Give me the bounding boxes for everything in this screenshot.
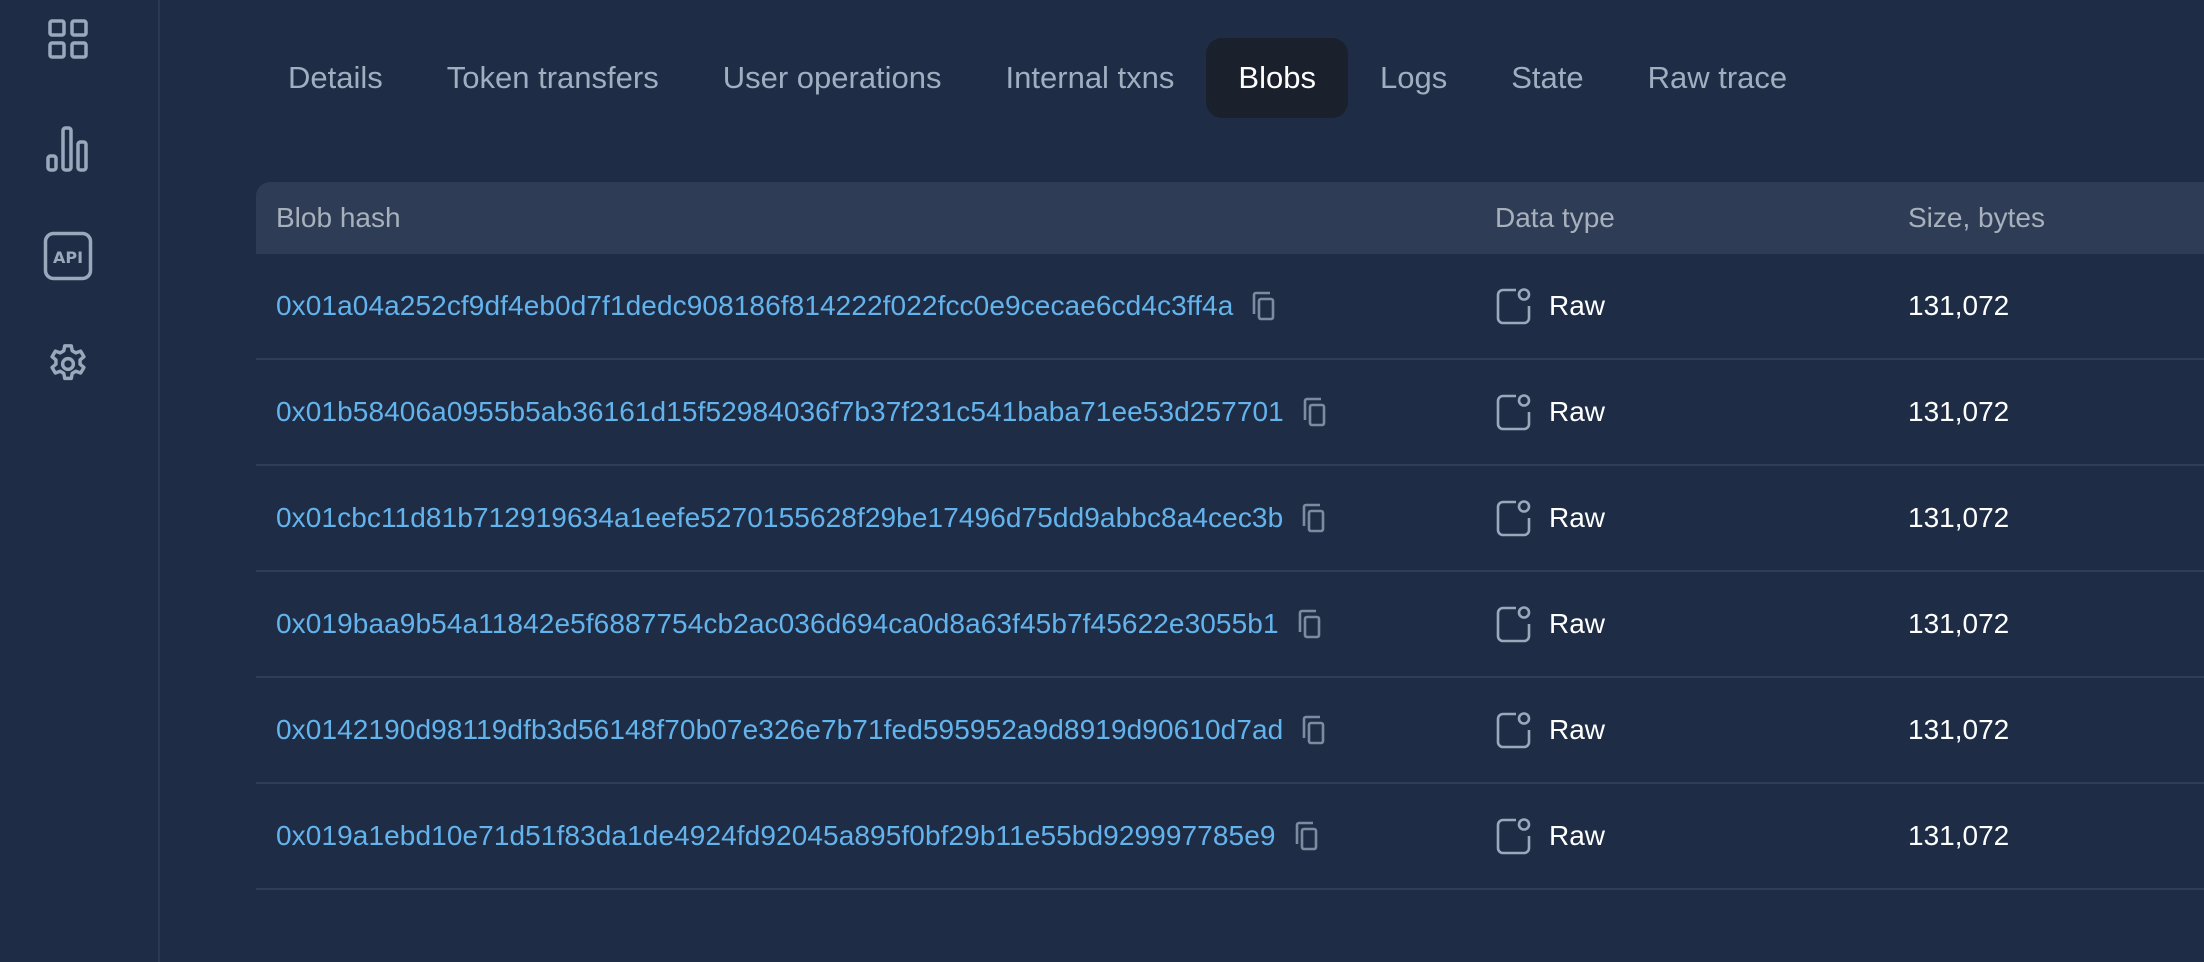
blobs-table: Blob hash Data type Size, bytes 0x01a04a…	[256, 182, 2204, 890]
data-type-label: Raw	[1549, 714, 1606, 745]
blob-hash-link[interactable]: 0x019baa9b54a11842e5f6887754cb2ac036d694…	[276, 608, 1279, 640]
dashboard-grid-icon	[48, 19, 88, 59]
blob-hash-link[interactable]: 0x01a04a252cf9df4eb0d7f1dedc908186f81422…	[276, 290, 1233, 322]
sidebar-item-settings[interactable]	[40, 336, 96, 392]
blob-hash-link[interactable]: 0x01b58406a0955b5ab36161d15f52984036f7b3…	[276, 396, 1284, 428]
tab-logs[interactable]: Logs	[1348, 38, 1479, 118]
blob-hash-link[interactable]: 0x0142190d98119dfb3d56148f70b07e326e7b71…	[276, 714, 1283, 746]
tab-blobs[interactable]: Blobs	[1206, 38, 1348, 118]
tab-user-operations[interactable]: User operations	[691, 38, 974, 118]
data-type-label: Raw	[1549, 396, 1606, 427]
gear-icon	[50, 344, 86, 381]
data-type-cell: Raw	[1495, 816, 1908, 856]
header-blob-hash: Blob hash	[276, 202, 401, 233]
sidebar-item-api[interactable]: API	[40, 228, 96, 284]
table-row: 0x01b58406a0955b5ab36161d15f52984036f7b3…	[256, 360, 2204, 466]
header-data-type: Data type	[1495, 202, 1615, 233]
data-type-label: Raw	[1549, 608, 1606, 639]
blob-hash-link[interactable]: 0x019a1ebd10e71d51f83da1de4924fd92045a89…	[276, 820, 1276, 852]
copy-icon[interactable]	[1295, 608, 1325, 640]
blob-hash-cell: 0x019a1ebd10e71d51f83da1de4924fd92045a89…	[256, 820, 1495, 852]
blob-hash-link[interactable]: 0x01cbc11d81b712919634a1eefe5270155628f2…	[276, 502, 1283, 534]
data-type-cell: Raw	[1495, 392, 1908, 432]
api-icon: API	[43, 231, 93, 281]
sidebar-item-dashboard[interactable]	[40, 11, 96, 67]
copy-icon[interactable]	[1299, 714, 1329, 746]
raw-data-icon	[1495, 816, 1533, 856]
table-row: 0x0142190d98119dfb3d56148f70b07e326e7b71…	[256, 678, 2204, 784]
data-type-label: Raw	[1549, 820, 1606, 851]
table-row: 0x019baa9b54a11842e5f6887754cb2ac036d694…	[256, 572, 2204, 678]
raw-data-icon	[1495, 286, 1533, 326]
data-type-cell: Raw	[1495, 604, 1908, 644]
header-size: Size, bytes	[1908, 202, 2045, 233]
data-type-label: Raw	[1549, 290, 1606, 321]
copy-icon[interactable]	[1249, 290, 1279, 322]
svg-text:API: API	[53, 248, 83, 267]
size-value: 131,072	[1908, 396, 2010, 427]
tab-raw-trace[interactable]: Raw trace	[1616, 38, 1820, 118]
tab-details[interactable]: Details	[256, 38, 415, 118]
sidebar: API	[0, 0, 160, 962]
size-value: 131,072	[1908, 714, 2010, 745]
copy-icon[interactable]	[1300, 396, 1330, 428]
tab-token-transfers[interactable]: Token transfers	[415, 38, 691, 118]
stats-chart-icon	[46, 126, 88, 172]
table-header: Blob hash Data type Size, bytes	[256, 182, 2204, 254]
blob-hash-cell: 0x01cbc11d81b712919634a1eefe5270155628f2…	[256, 502, 1495, 534]
table-body: 0x01a04a252cf9df4eb0d7f1dedc908186f81422…	[256, 254, 2204, 890]
size-value: 131,072	[1908, 608, 2010, 639]
data-type-label: Raw	[1549, 502, 1606, 533]
data-type-cell: Raw	[1495, 710, 1908, 750]
raw-data-icon	[1495, 710, 1533, 750]
raw-data-icon	[1495, 604, 1533, 644]
blob-hash-cell: 0x01a04a252cf9df4eb0d7f1dedc908186f81422…	[256, 290, 1495, 322]
table-row: 0x019a1ebd10e71d51f83da1de4924fd92045a89…	[256, 784, 2204, 890]
table-row: 0x01a04a252cf9df4eb0d7f1dedc908186f81422…	[256, 254, 2204, 360]
data-type-cell: Raw	[1495, 498, 1908, 538]
size-value: 131,072	[1908, 290, 2010, 321]
sidebar-item-stats[interactable]	[40, 120, 96, 176]
tab-internal-txns[interactable]: Internal txns	[974, 38, 1207, 118]
table-row: 0x01cbc11d81b712919634a1eefe5270155628f2…	[256, 466, 2204, 572]
copy-icon[interactable]	[1292, 820, 1322, 852]
size-value: 131,072	[1908, 502, 2010, 533]
data-type-cell: Raw	[1495, 286, 1908, 326]
blob-hash-cell: 0x01b58406a0955b5ab36161d15f52984036f7b3…	[256, 396, 1495, 428]
copy-icon[interactable]	[1299, 502, 1329, 534]
raw-data-icon	[1495, 392, 1533, 432]
blob-hash-cell: 0x0142190d98119dfb3d56148f70b07e326e7b71…	[256, 714, 1495, 746]
tab-bar: Details Token transfers User operations Int…	[256, 38, 1819, 118]
raw-data-icon	[1495, 498, 1533, 538]
tab-state[interactable]: State	[1479, 38, 1615, 118]
blob-hash-cell: 0x019baa9b54a11842e5f6887754cb2ac036d694…	[256, 608, 1495, 640]
size-value: 131,072	[1908, 820, 2010, 851]
